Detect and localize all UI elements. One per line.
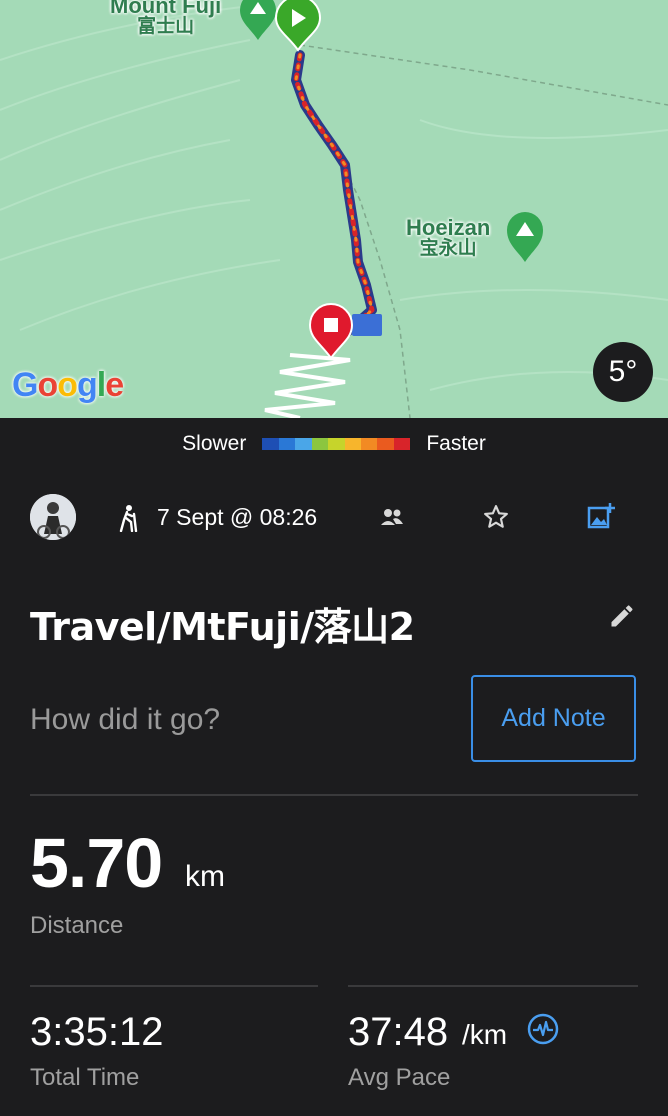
- distance-value: 5.70: [30, 824, 163, 902]
- legend-slower-label: Slower: [182, 432, 247, 455]
- distance-label: Distance: [30, 912, 124, 939]
- start-marker-icon: [274, 0, 322, 52]
- map-terrain: [0, 0, 668, 418]
- avatar[interactable]: [30, 494, 76, 540]
- people-icon[interactable]: [380, 506, 404, 528]
- map-label-mount-fuji: Mount Fuji 富士山: [110, 0, 221, 37]
- legend-faster-label: Faster: [426, 432, 486, 455]
- note-prompt[interactable]: How did it go?: [30, 703, 220, 737]
- hiking-icon: [119, 505, 138, 532]
- fuji-peak-icon: [240, 0, 276, 40]
- pencil-icon[interactable]: [608, 602, 636, 630]
- activity-title: Travel/MtFuji/落山2: [30, 605, 415, 649]
- total-time-label: Total Time: [30, 1064, 140, 1091]
- map-label-hoeizan-jp: 宝永山: [419, 237, 477, 260]
- avg-pace-label: Avg Pace: [348, 1064, 451, 1091]
- add-photo-icon[interactable]: [587, 502, 615, 530]
- pace-chart-icon[interactable]: [527, 1013, 559, 1045]
- avg-pace-value: 37:48: [348, 1010, 449, 1054]
- activity-info-row: 7 Sept @ 08:26: [0, 494, 668, 542]
- activity-date: 7 Sept @ 08:26: [157, 504, 318, 530]
- map-label-hoeizan: Hoeizan 宝永山: [406, 216, 490, 259]
- add-note-button[interactable]: Add Note: [471, 675, 636, 762]
- avg-pace-unit: /km: [462, 1019, 508, 1050]
- map-label-fuji-jp: 富士山: [137, 15, 195, 38]
- total-time-value: 3:35:12: [30, 1010, 164, 1054]
- map-label-hoeizan-en: Hoeizan: [406, 215, 491, 240]
- activity-map[interactable]: Mount Fuji 富士山 Hoeizan 宝永山 Google 5°: [0, 0, 668, 418]
- divider: [30, 985, 318, 987]
- google-logo: Google: [12, 366, 124, 404]
- distance-unit: km: [185, 860, 225, 893]
- hoeizan-peak-icon: [507, 212, 543, 262]
- pace-legend: Slower Faster: [0, 430, 668, 458]
- divider: [348, 985, 638, 987]
- divider: [30, 794, 638, 796]
- end-marker-icon: [308, 303, 354, 360]
- legend-color-bar: [262, 438, 411, 450]
- star-icon[interactable]: [483, 504, 509, 530]
- temperature-badge: 5°: [593, 342, 653, 402]
